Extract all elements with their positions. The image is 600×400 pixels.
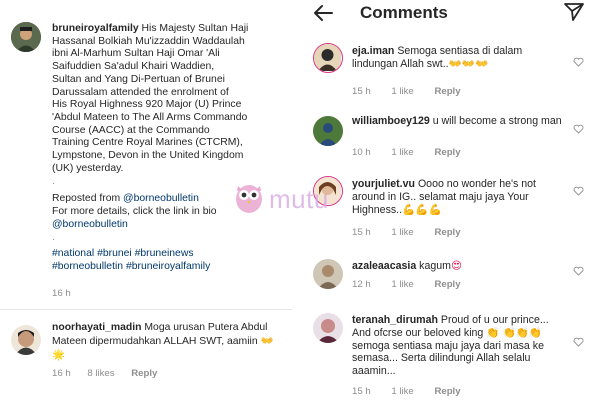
comment: yourjuliet.vu Oooo no wonder he's not ar… bbox=[352, 178, 564, 216]
owl-logo-icon bbox=[236, 185, 262, 213]
heart-icon[interactable] bbox=[573, 124, 584, 134]
comments-screen: Comments eja.iman Semoga sentiasa di dal… bbox=[300, 0, 600, 400]
heart-icon[interactable] bbox=[573, 266, 584, 276]
commenter-avatar[interactable] bbox=[313, 313, 343, 343]
commenter-avatar[interactable] bbox=[313, 259, 343, 289]
caption-line: Lympstone, Devon in the United Kingdom bbox=[52, 150, 244, 162]
comment-emoji: 😍 bbox=[450, 260, 463, 272]
comment-time: 15 h bbox=[352, 227, 371, 238]
repost-link[interactable]: @borneobulletin bbox=[123, 193, 199, 204]
comment-meta: 15 h 1 like Reply bbox=[352, 386, 479, 397]
comment-emoji: 💪💪💪 bbox=[402, 203, 442, 216]
comment-username[interactable]: azaleaacasia bbox=[352, 260, 416, 272]
post-author-avatar[interactable] bbox=[11, 22, 41, 52]
comment-emoji: 👏 bbox=[486, 326, 500, 339]
hashtags[interactable]: #national #brunei #bruneinews bbox=[52, 248, 288, 261]
commenter-avatar[interactable] bbox=[11, 325, 41, 355]
comment-time: 16 h bbox=[52, 368, 71, 379]
send-icon[interactable] bbox=[563, 2, 585, 22]
post-caption: bruneiroyalfamily His Majesty Sultan Haj… bbox=[52, 23, 288, 273]
comment-meta: 10 h 1 like Reply bbox=[352, 147, 479, 158]
caption-line: Hassanal Bolkiah Mu'izzaddin Waddaulah bbox=[52, 35, 245, 47]
post-timestamp: 16 h bbox=[52, 288, 71, 299]
caption-line: 'Abdul Mateen to The All Arms Commando bbox=[52, 111, 248, 123]
comment-meta: 15 h 1 like Reply bbox=[352, 86, 479, 97]
comment-time: 12 h bbox=[352, 279, 371, 290]
divider bbox=[0, 309, 292, 310]
hashtags[interactable]: #borneobulletin #bruneiroyalfamily bbox=[52, 261, 288, 274]
reply-button[interactable]: Reply bbox=[434, 386, 460, 397]
comment-likes[interactable]: 1 like bbox=[391, 86, 413, 97]
comment-username[interactable]: noorhayati_madin bbox=[52, 322, 142, 333]
commenter-avatar[interactable] bbox=[313, 116, 343, 146]
comment: eja.iman Semoga sentiasa di dalam lindun… bbox=[352, 45, 564, 71]
comment-likes[interactable]: 1 like bbox=[391, 279, 413, 290]
caption-line: Training Centre Royal Marines (CTCRM), bbox=[52, 137, 243, 149]
heart-icon[interactable] bbox=[573, 57, 584, 67]
heart-icon[interactable] bbox=[573, 186, 584, 196]
caption-line: His Majesty Sultan Haji bbox=[141, 23, 249, 34]
comment-username[interactable]: williamboey129 bbox=[352, 115, 430, 127]
comment-likes[interactable]: 1 like bbox=[391, 147, 413, 158]
comment-emoji: 👏👏👏 bbox=[502, 326, 543, 339]
comment-text: kagum bbox=[419, 260, 451, 272]
comment-time: 10 h bbox=[352, 147, 371, 158]
comment-username[interactable]: yourjuliet.vu bbox=[352, 178, 415, 190]
comment-meta: 15 h 1 like Reply bbox=[352, 227, 479, 238]
comment-meta: 12 h 1 like Reply bbox=[352, 279, 479, 290]
post-author-username[interactable]: bruneiroyalfamily bbox=[52, 23, 139, 34]
caption-line: (UK) yesterday. bbox=[52, 162, 124, 174]
comment-emoji: 👐👐👐 bbox=[448, 57, 489, 70]
comment-time: 15 h bbox=[352, 386, 371, 397]
watermark-text: mutu bbox=[269, 184, 329, 214]
caption-line: Course (AACC) at the Commando bbox=[52, 124, 210, 136]
comment: noorhayati_madin Moga urusan Putera Abdu… bbox=[52, 322, 284, 362]
comment-time: 15 h bbox=[352, 86, 371, 97]
page-title: Comments bbox=[360, 3, 448, 22]
caption-line: Saifuddien Sa'adul Khairi Waddien, bbox=[52, 61, 215, 73]
comment: williamboey129 u will become a strong ma… bbox=[352, 115, 564, 128]
reply-button[interactable]: Reply bbox=[131, 368, 157, 379]
reply-button[interactable]: Reply bbox=[434, 279, 460, 290]
reply-button[interactable]: Reply bbox=[434, 86, 460, 97]
bio-link[interactable]: @borneobulletin bbox=[52, 219, 288, 232]
comment-likes[interactable]: 1 like bbox=[391, 227, 413, 238]
caption-line: Sultan and Yang Di-Pertuan of Brunei bbox=[52, 73, 225, 85]
watermark: mutu bbox=[233, 180, 343, 216]
comment: azaleaacasia kagum😍 bbox=[352, 260, 564, 273]
comment-text: semoga sentiasa maju jaya dari masa ke s… bbox=[352, 339, 544, 378]
reply-button[interactable]: Reply bbox=[434, 147, 460, 158]
caption-line: ibni Al-Marhum Sultan Haji Omar 'Ali bbox=[52, 48, 220, 60]
comment-username[interactable]: eja.iman bbox=[352, 45, 394, 57]
comment-likes[interactable]: 8 likes bbox=[87, 368, 114, 379]
caption-line: His Royal Highness 920 Major (U) Prince bbox=[52, 99, 242, 111]
comment-likes[interactable]: 1 like bbox=[391, 386, 413, 397]
commenter-avatar[interactable] bbox=[313, 43, 343, 73]
back-arrow-icon[interactable] bbox=[312, 4, 334, 22]
comment: teranah_dirumah Proud of u our prince...… bbox=[352, 314, 564, 378]
comment-meta: 16 h 8 likes Reply bbox=[52, 368, 171, 379]
repost-prefix: Reposted from bbox=[52, 193, 124, 205]
caption-line: Darussalam attended the enrolment of bbox=[52, 86, 229, 98]
reply-button[interactable]: Reply bbox=[434, 227, 460, 238]
caption-dot: . bbox=[52, 232, 55, 244]
comment-text: u will become a strong man bbox=[432, 115, 562, 127]
comments-header: Comments bbox=[300, 0, 600, 28]
heart-icon[interactable] bbox=[573, 337, 584, 347]
comment-username[interactable]: teranah_dirumah bbox=[352, 314, 438, 326]
